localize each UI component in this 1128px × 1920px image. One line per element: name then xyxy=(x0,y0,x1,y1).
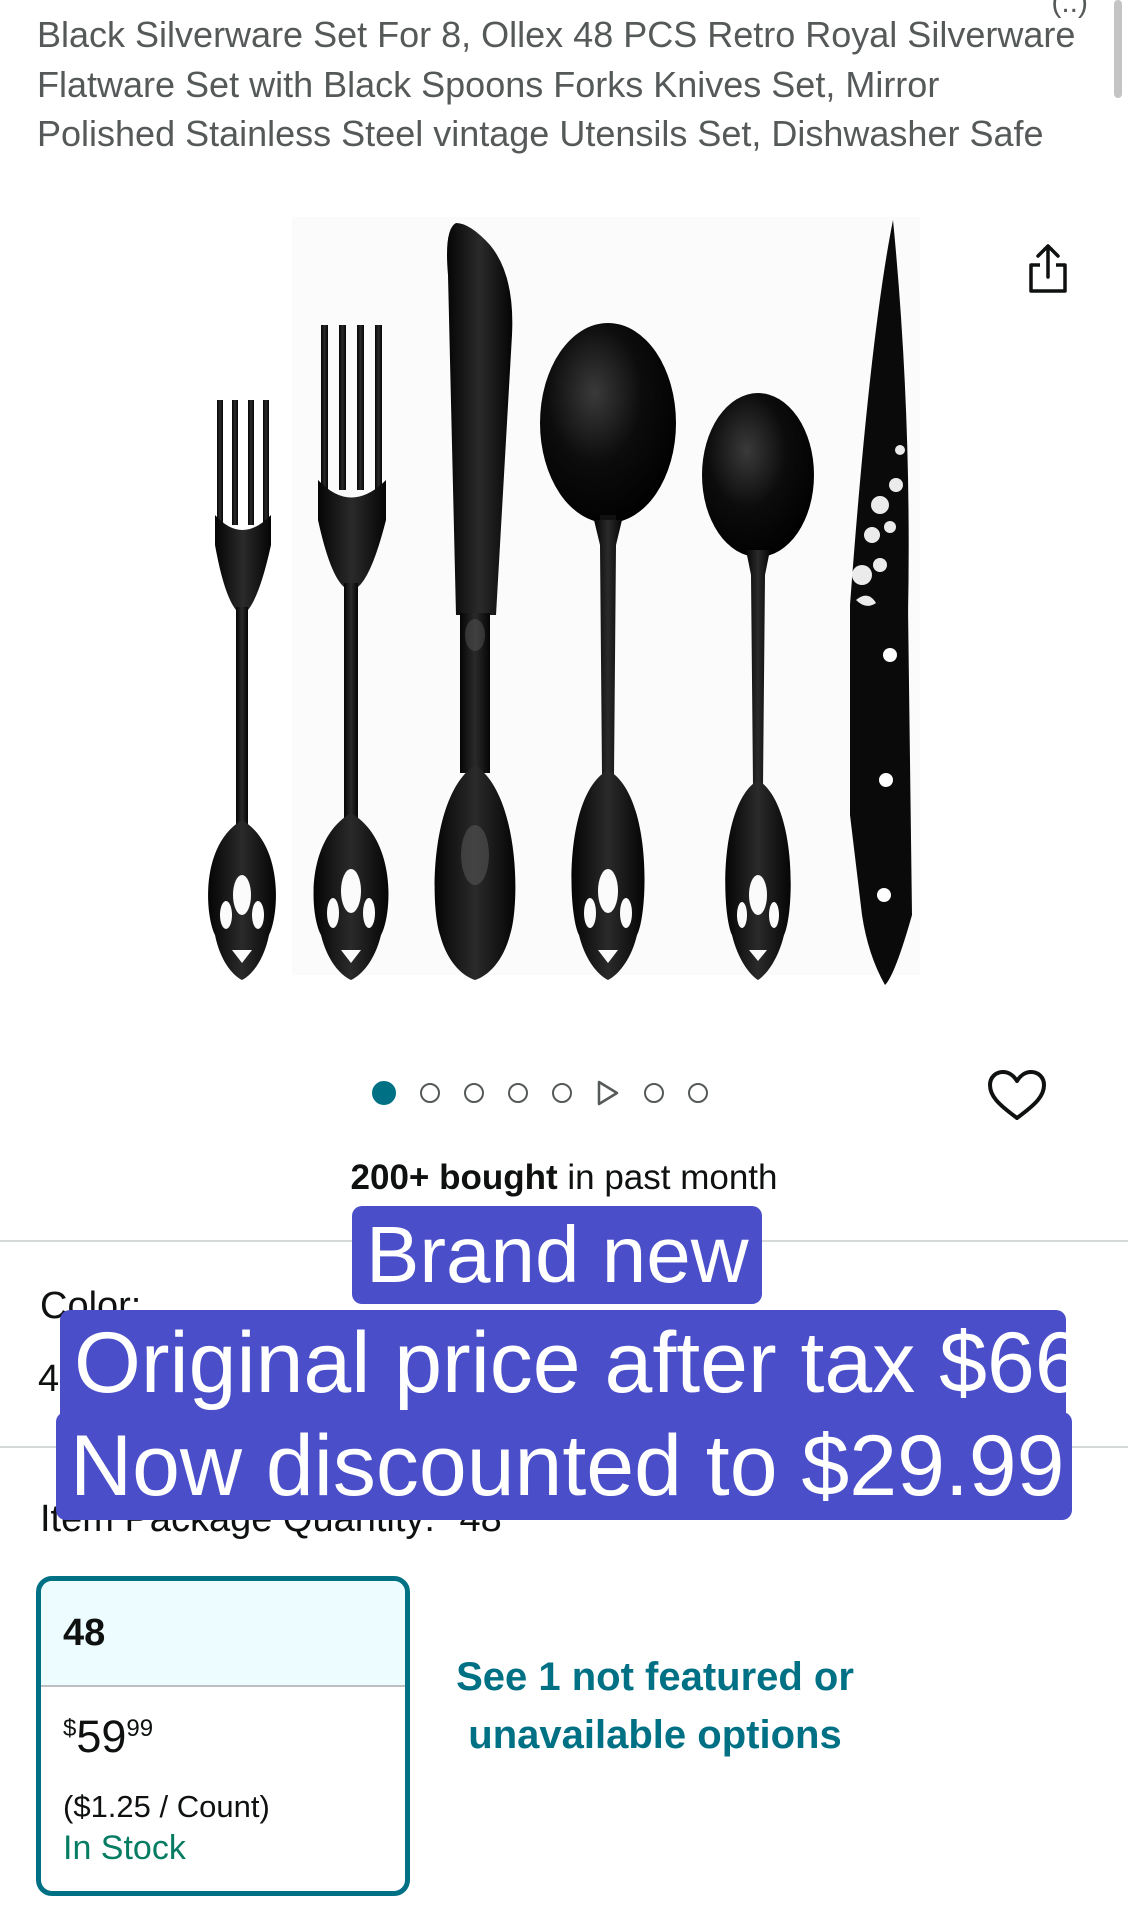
stock-status: In Stock xyxy=(63,1829,186,1867)
caption-line-2: Original price after tax $66 xyxy=(60,1310,1083,1416)
share-icon xyxy=(1029,244,1067,293)
price-fraction: 99 xyxy=(126,1715,154,1742)
price-currency: $ xyxy=(63,1715,77,1742)
caption-line-3: Now discounted to $29.99 xyxy=(56,1412,1072,1520)
carousel-dot-2[interactable] xyxy=(420,1083,440,1103)
flatware-illustration xyxy=(208,217,920,985)
add-to-list-button[interactable] xyxy=(986,1068,1048,1124)
image-carousel-dots xyxy=(372,1076,708,1110)
heart-icon xyxy=(988,1070,1046,1120)
carousel-dot-8[interactable] xyxy=(688,1083,708,1103)
carousel-dot-7[interactable] xyxy=(644,1083,664,1103)
carousel-dot-3[interactable] xyxy=(464,1083,484,1103)
carousel-dot-5[interactable] xyxy=(552,1083,572,1103)
carousel-dot-4[interactable] xyxy=(508,1083,528,1103)
video-play-icon[interactable] xyxy=(596,1080,620,1106)
caption-line-1: Brand new xyxy=(352,1206,763,1304)
carousel-dot-1[interactable] xyxy=(372,1081,396,1105)
bought-in-past-month: 200+ bought in past month xyxy=(0,1158,1128,1198)
quantity-option-card[interactable]: 48 $5999 ($1.25 / Count) In Stock xyxy=(36,1576,410,1896)
option-name: 48 xyxy=(41,1581,405,1687)
bought-suffix: in past month xyxy=(557,1158,778,1197)
share-button[interactable] xyxy=(1018,236,1078,302)
product-image[interactable] xyxy=(0,215,1128,995)
scrollbar[interactable] xyxy=(1114,0,1122,98)
see-unavailable-options-link[interactable]: See 1 not featured or unavailable option… xyxy=(440,1648,870,1764)
bought-count: 200+ bought xyxy=(350,1158,558,1197)
price-whole: 59 xyxy=(76,1711,127,1762)
product-title: Black Silverware Set For 8, Ollex 48 PCS… xyxy=(37,14,1076,154)
option-price: $5999 xyxy=(63,1711,153,1763)
unit-price: ($1.25 / Count) xyxy=(63,1789,270,1824)
color-value: 4 xyxy=(38,1358,60,1400)
